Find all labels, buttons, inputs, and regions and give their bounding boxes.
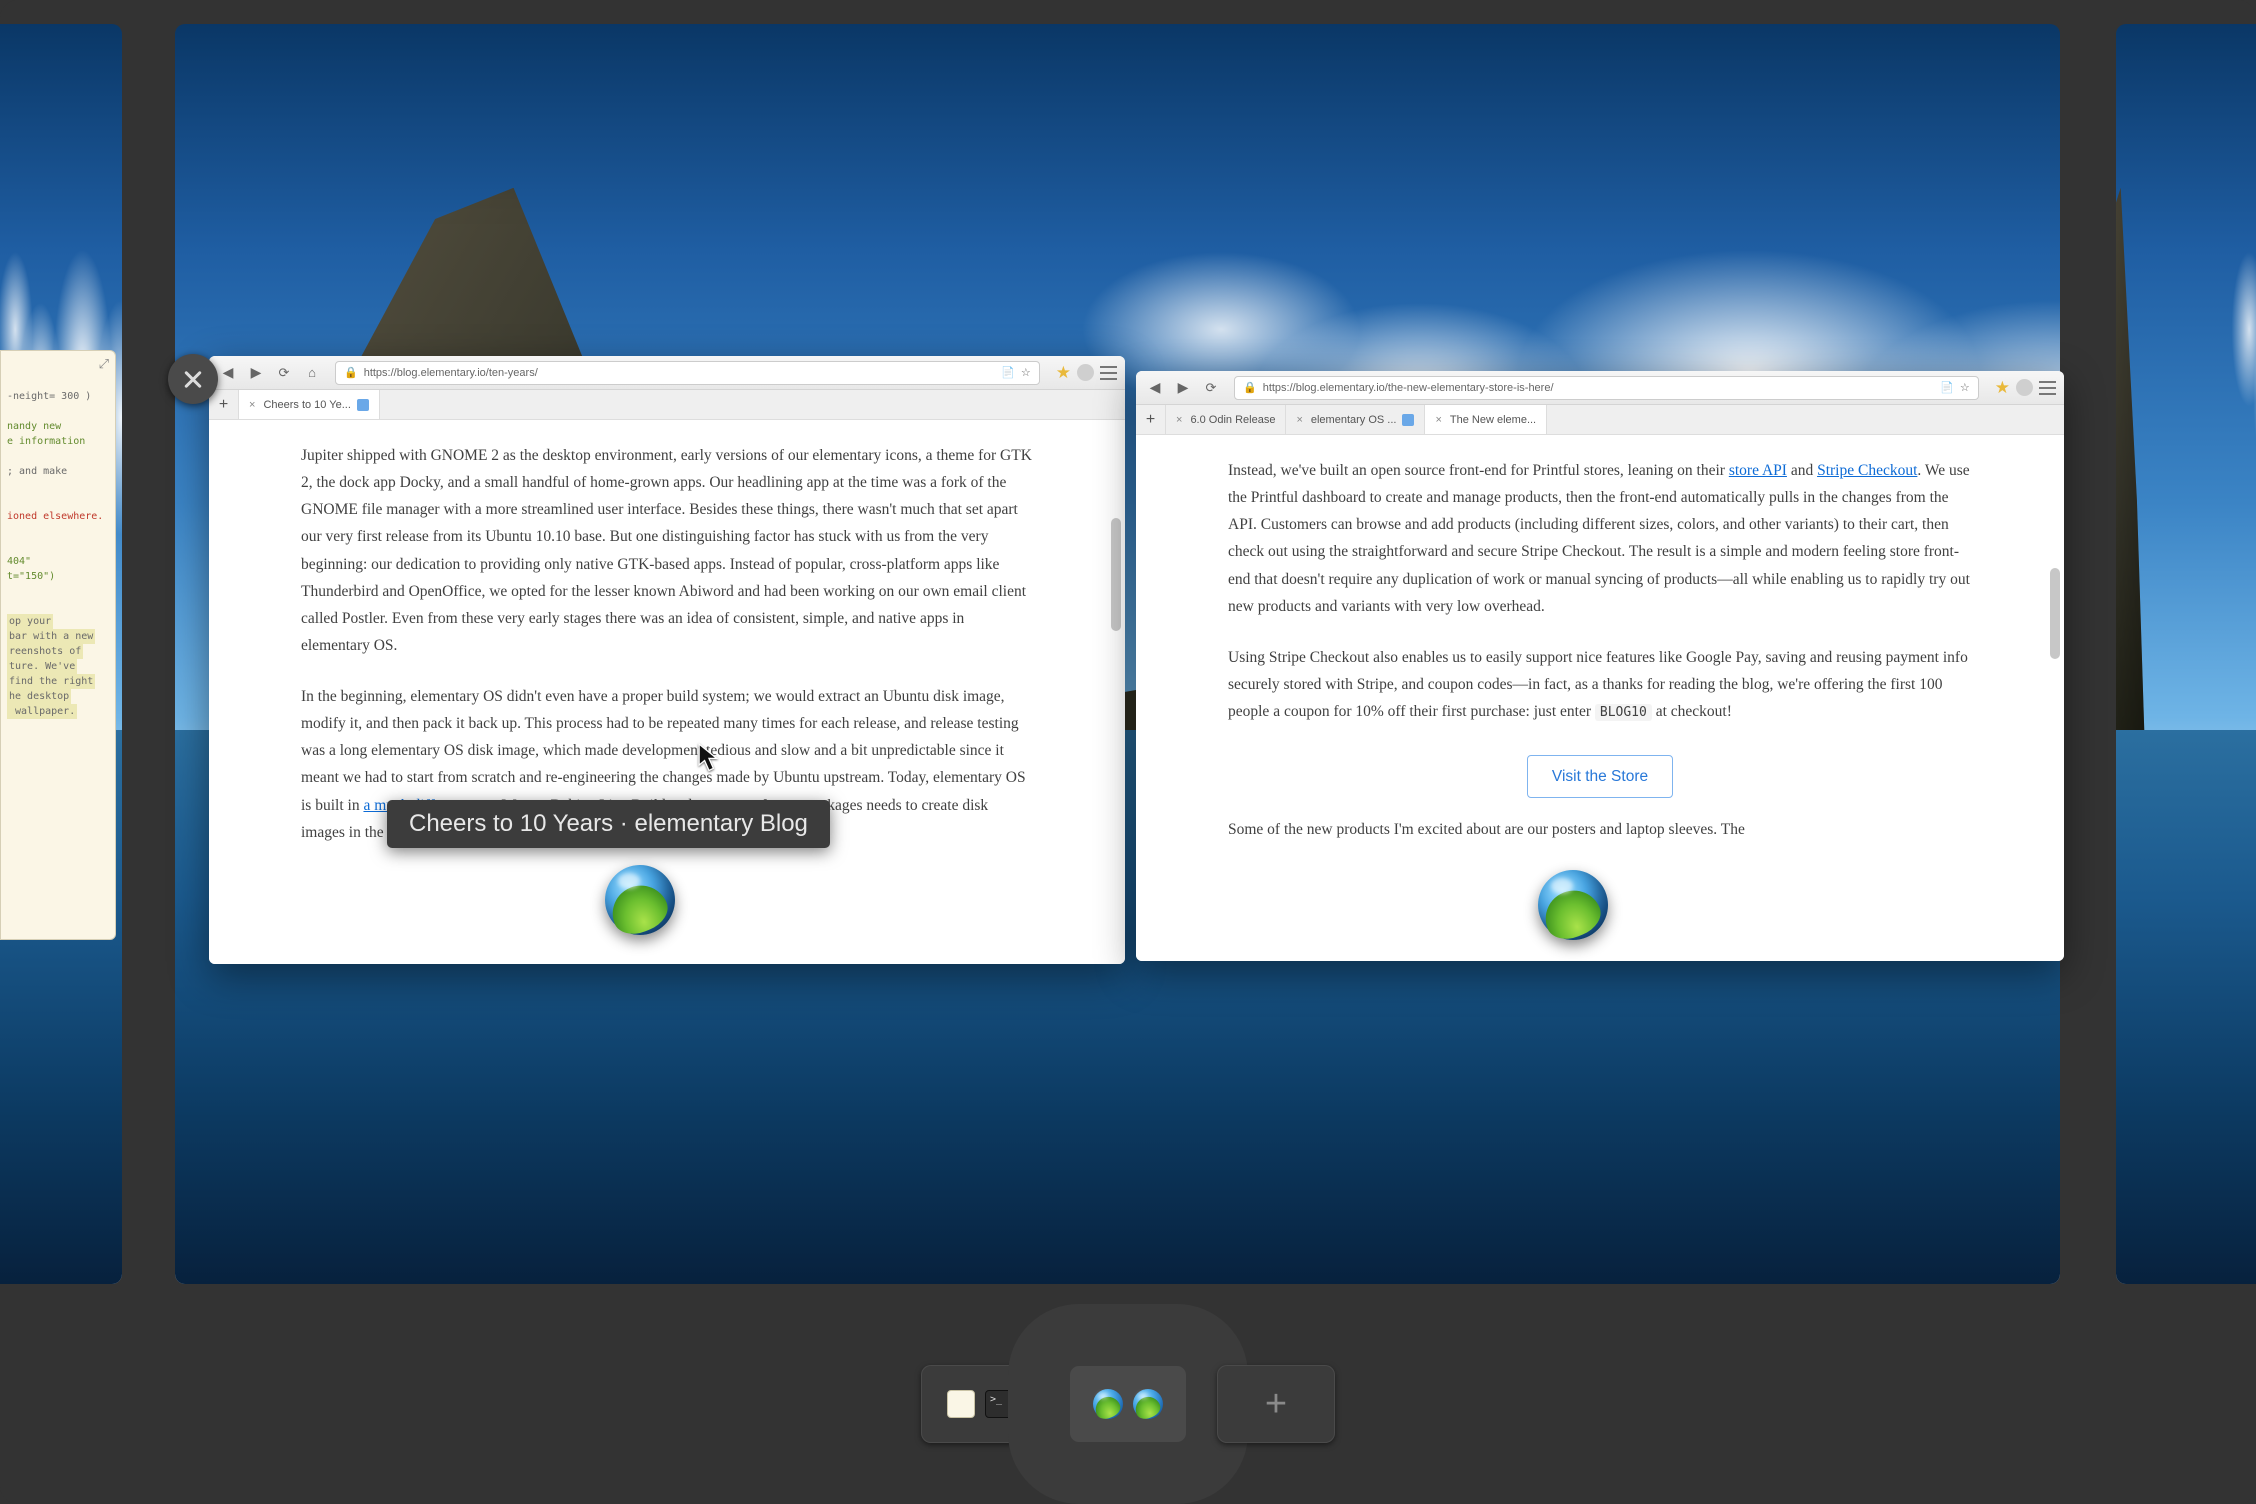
inline-link-stripe-checkout[interactable]: Stripe Checkout (1817, 462, 1917, 479)
tab-title: 6.0 Odin Release (1190, 414, 1275, 426)
tab-title: Cheers to 10 Ye... (263, 399, 350, 411)
web-browser-thumbnail-icon (1093, 1389, 1123, 1419)
web-browser-app-icon (605, 865, 675, 935)
new-tab-button[interactable]: + (1136, 405, 1166, 434)
home-button[interactable]: ⌂ (301, 362, 323, 384)
url-text: https://blog.elementary.io/ten-years/ (364, 367, 995, 379)
plus-icon: + (1265, 1383, 1287, 1426)
article-paragraph: Jupiter shipped with GNOME 2 as the desk… (301, 442, 1033, 659)
forward-button[interactable]: ▶ (245, 362, 267, 384)
scrollbar[interactable] (1111, 490, 1121, 960)
bookmark-icon[interactable]: ☆ (1021, 366, 1031, 379)
account-icon[interactable] (2016, 379, 2033, 396)
tab-close-icon[interactable]: × (1435, 414, 1441, 426)
tab-cheers-10-years[interactable]: × Cheers to 10 Ye... (239, 390, 380, 419)
workspace-switcher: + (0, 1324, 2256, 1484)
coupon-code: BLOG10 (1595, 704, 1652, 721)
workspace-next[interactable] (2116, 24, 2256, 1284)
scrollbar[interactable] (2050, 505, 2060, 957)
tab-bar: + × 6.0 Odin Release × elementary OS ...… (1136, 405, 2064, 435)
workspace-tile-1[interactable] (921, 1365, 1039, 1443)
tab-odin-release[interactable]: × 6.0 Odin Release (1166, 405, 1286, 434)
tab-title: The New eleme... (1450, 414, 1536, 426)
web-browser-app-icon (1538, 870, 1608, 940)
tab-favicon (1402, 414, 1414, 426)
hamburger-menu-icon[interactable] (1100, 366, 1117, 380)
reader-mode-icon[interactable]: 📄 (1001, 366, 1015, 379)
article-paragraph: Using Stripe Checkout also enables us to… (1228, 644, 1972, 725)
browser-toolbar: ◀ ▶ ⟳ ⌂ 🔒 https://blog.elementary.io/ten… (209, 356, 1125, 390)
back-button[interactable]: ◀ (1144, 377, 1166, 399)
back-button[interactable]: ◀ (217, 362, 239, 384)
tab-bar: + × Cheers to 10 Ye... (209, 390, 1125, 420)
address-bar[interactable]: 🔒 https://blog.elementary.io/ten-years/ … (335, 361, 1040, 385)
visit-store-button[interactable]: Visit the Store (1527, 755, 1673, 798)
bookmark-icon[interactable]: ☆ (1960, 381, 1970, 394)
star-icon[interactable]: ★ (1995, 378, 2010, 398)
code-editor-thumbnail-icon (947, 1390, 975, 1418)
add-workspace-button[interactable]: + (1217, 1365, 1335, 1443)
reload-button[interactable]: ⟳ (1200, 377, 1222, 399)
tab-elementary-os[interactable]: × elementary OS ... (1286, 405, 1425, 434)
web-browser-thumbnail-icon (1133, 1389, 1163, 1419)
lock-icon: 🔒 (1243, 381, 1257, 394)
article-paragraph: Instead, we've built an open source fron… (1228, 457, 1972, 620)
tab-new-store[interactable]: × The New eleme... (1425, 405, 1547, 434)
star-icon[interactable]: ★ (1056, 363, 1071, 383)
address-bar[interactable]: 🔒 https://blog.elementary.io/the-new-ele… (1234, 376, 1979, 400)
lock-icon: 🔒 (344, 366, 358, 379)
reader-mode-icon[interactable]: 📄 (1940, 381, 1954, 394)
window-close-button[interactable] (168, 354, 218, 404)
text-editor-window-edge[interactable]: ⤢ -neight= 300 ) nandy new e information… (0, 350, 116, 940)
browser-toolbar: ◀ ▶ ⟳ 🔒 https://blog.elementary.io/the-n… (1136, 371, 2064, 405)
workspace-tile-2-current[interactable] (1069, 1365, 1187, 1443)
multitasking-view: ⤢ -neight= 300 ) nandy new e information… (0, 0, 2256, 1504)
forward-button[interactable]: ▶ (1172, 377, 1194, 399)
tab-close-icon[interactable]: × (1176, 414, 1182, 426)
tab-close-icon[interactable]: × (249, 399, 255, 411)
article-paragraph: Some of the new products I'm excited abo… (1228, 816, 1972, 843)
tab-close-icon[interactable]: × (1296, 414, 1302, 426)
window-title-tooltip: Cheers to 10 Years · elementary Blog (387, 800, 830, 848)
hamburger-menu-icon[interactable] (2039, 381, 2056, 395)
new-tab-button[interactable]: + (209, 390, 239, 419)
tab-favicon (357, 399, 369, 411)
url-text: https://blog.elementary.io/the-new-eleme… (1263, 382, 1934, 394)
inline-link-store-api[interactable]: store API (1729, 462, 1787, 479)
account-icon[interactable] (1077, 364, 1094, 381)
terminal-thumbnail-icon (985, 1390, 1013, 1418)
maximize-icon[interactable]: ⤢ (99, 355, 109, 375)
reload-button[interactable]: ⟳ (273, 362, 295, 384)
tab-title: elementary OS ... (1311, 414, 1397, 426)
